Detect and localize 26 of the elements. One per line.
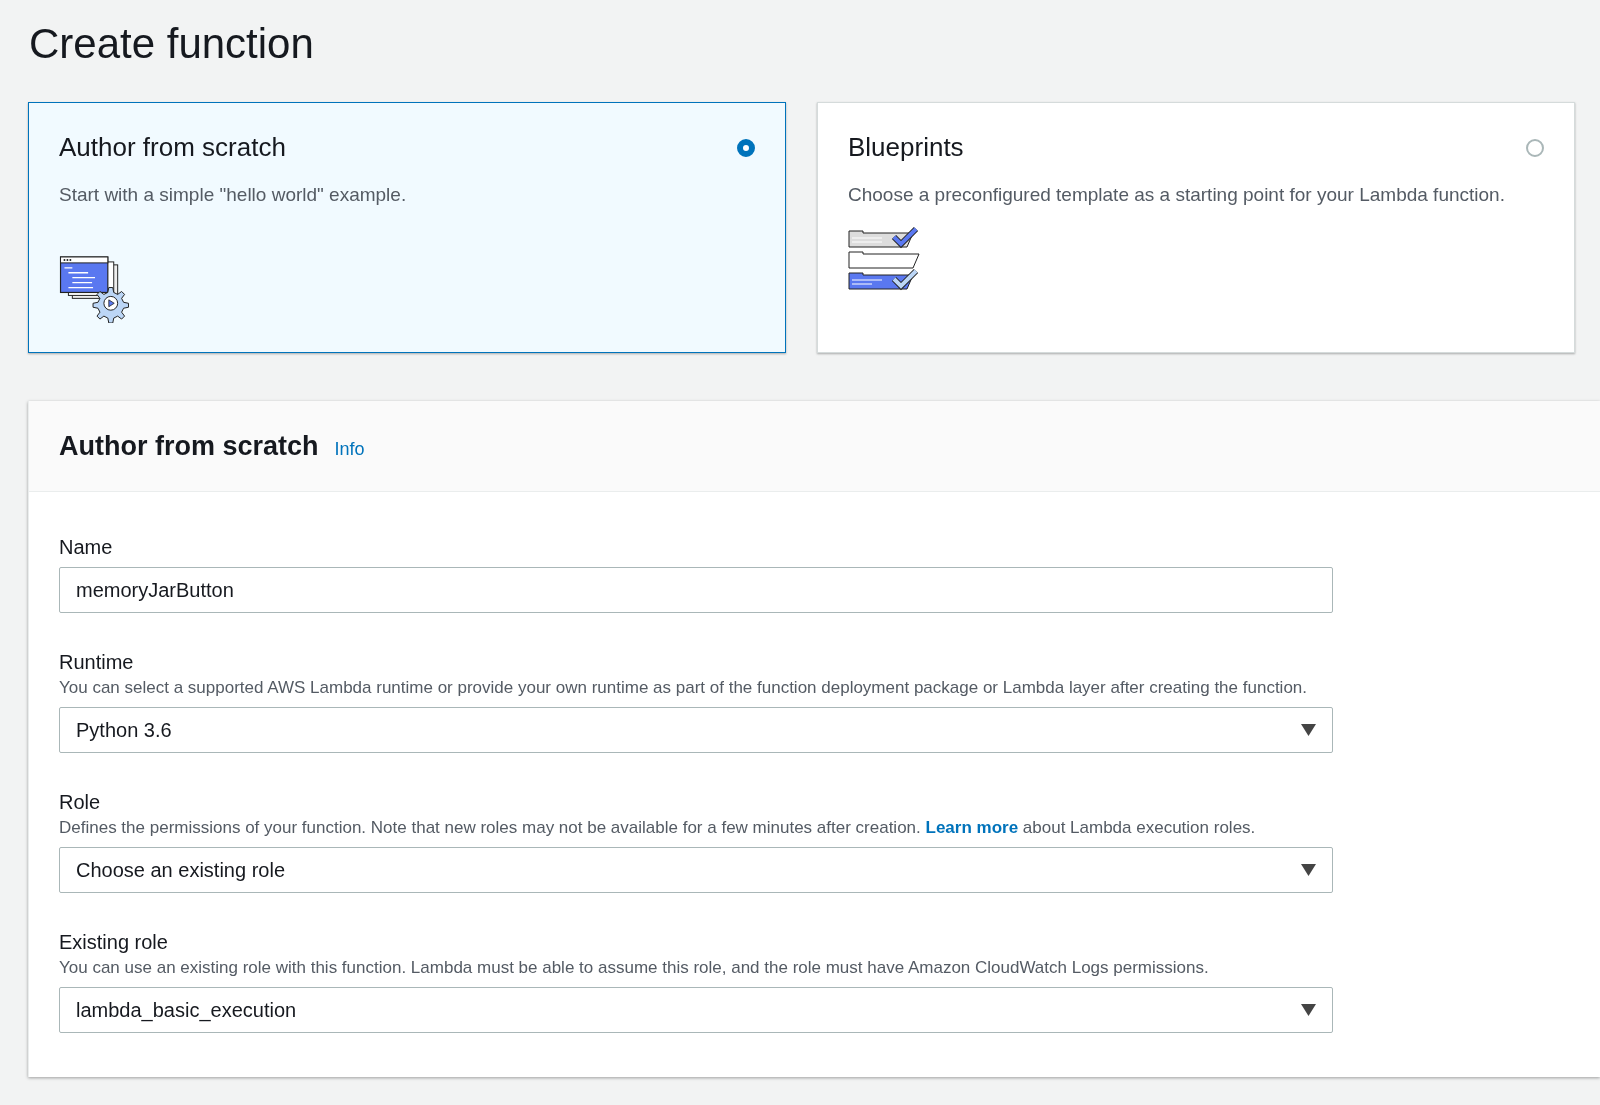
info-link[interactable]: Info (334, 438, 365, 460)
panel-title: Author from scratch (59, 430, 319, 462)
caret-icon (1301, 864, 1316, 876)
field-label: Name (59, 536, 114, 559)
option-description: Choose a preconfigured template as a starting point for your Lambda function. (848, 183, 1506, 207)
option-title: Blueprints (848, 132, 964, 163)
input-field[interactable]: memoryJarButton (59, 567, 1333, 613)
learn-more-link[interactable]: Learn more (925, 818, 1019, 837)
page-title: Create function (29, 20, 315, 68)
field-label: Existing role (59, 931, 169, 954)
option-card[interactable]: Blueprints Choose a preconfigured template as a starting point for your Lambda function. (817, 102, 1575, 353)
option-title: Author from scratch (59, 132, 286, 163)
select-field[interactable]: Python 3.6 (59, 707, 1333, 753)
radio-button[interactable] (737, 138, 755, 157)
option-card[interactable]: Author from scratch Start with a simple "hello world" example. (28, 102, 786, 353)
field-description: You can use an existing role with this function. Lambda must be able to assume this role, and the role must have Amazon CloudWatch Logs permissions. (59, 958, 1210, 978)
caret-icon (1301, 1004, 1316, 1016)
field-label: Runtime (59, 651, 135, 674)
select-field[interactable]: lambda_basic_execution (59, 987, 1333, 1033)
field-label: Role (59, 791, 102, 814)
option-description: Start with a simple "hello world" example. (59, 183, 408, 207)
select-field[interactable]: Choose an existing role (59, 847, 1333, 893)
field-description: You can select a supported AWS Lambda runtime or provide your own runtime as part of the function deployment package or Lambda layer after creating the function. (59, 678, 1308, 698)
caret-icon (1301, 724, 1316, 736)
radio-button[interactable] (1526, 138, 1544, 157)
field-description: Defines the permissions of your function. Note that new roles may not be available for a few minutes after creation. Learn more about Lambda execution roles. (59, 818, 1257, 838)
